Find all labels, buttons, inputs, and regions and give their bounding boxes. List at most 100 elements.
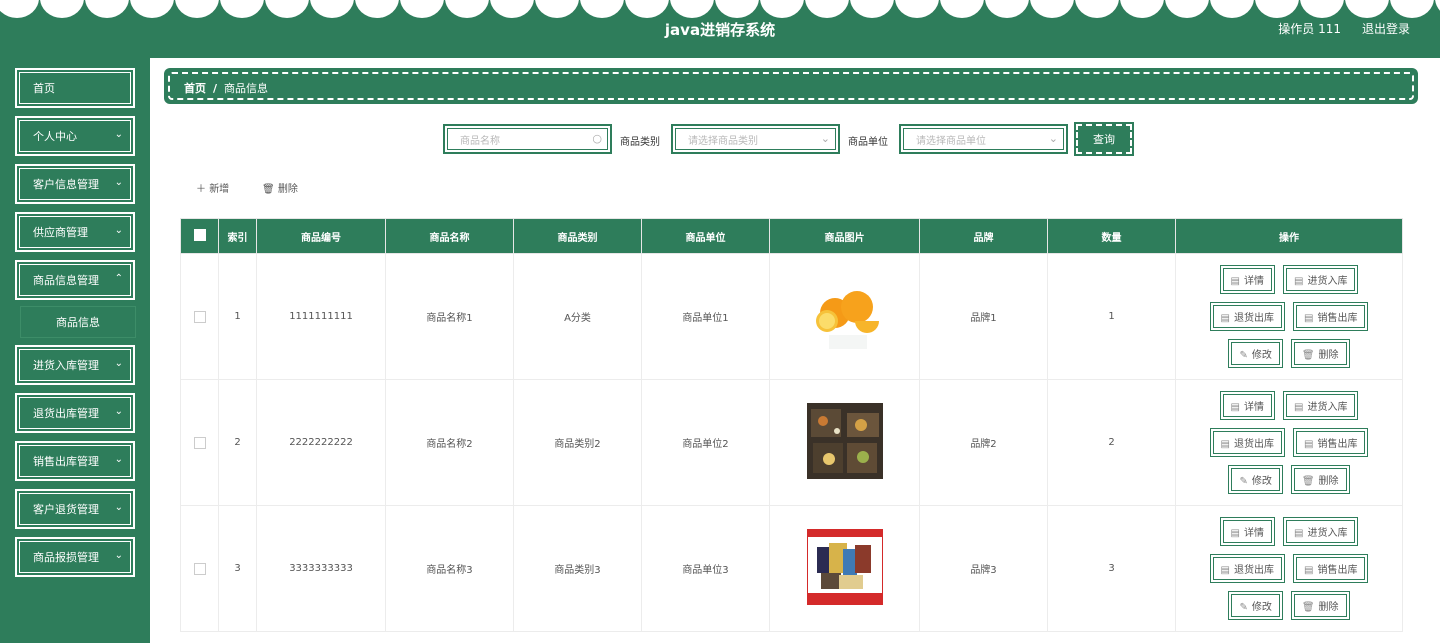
return-out-button[interactable]: ▤ 退货出库 — [1209, 428, 1285, 457]
document-icon: ▤ — [1294, 402, 1304, 413]
sidebar-item-personal[interactable]: 个人中心 ⌄ — [15, 116, 135, 156]
edit-icon: ✎ — [1239, 476, 1248, 487]
document-icon: ▤ — [1304, 313, 1314, 324]
sidebar-item-products[interactable]: 商品信息管理 ⌃ — [15, 260, 135, 300]
chevron-down-icon: ⌄ — [114, 406, 123, 417]
sidebar-item-label: 首页 — [33, 82, 55, 95]
delete-button[interactable]: 🗑 删除 — [1290, 339, 1350, 368]
sales-out-button[interactable]: ▤ 销售出库 — [1293, 428, 1369, 457]
document-icon: ▤ — [1230, 402, 1240, 413]
detail-button[interactable]: ▤ 详情 — [1219, 391, 1275, 420]
purchase-in-button[interactable]: ▤ 进货入库 — [1283, 391, 1359, 420]
cell-index: 3 — [218, 505, 257, 632]
document-icon: ▤ — [1220, 565, 1230, 576]
cell-code: 3333333333 — [256, 505, 386, 632]
document-icon: ▤ — [1220, 439, 1230, 450]
chevron-down-icon: ⌄ — [114, 225, 123, 236]
cell-code: 1111111111 — [256, 253, 386, 380]
column-header: 品牌 — [919, 218, 1048, 254]
delete-button[interactable]: 🗑 删除 — [1290, 591, 1350, 620]
sidebar-item-sales-out[interactable]: 销售出库管理 ⌄ — [15, 441, 135, 481]
sidebar-item-purchase-in[interactable]: 进货入库管理 ⌄ — [15, 345, 135, 385]
edit-button[interactable]: ✎ 修改 — [1228, 465, 1283, 494]
sidebar-subitem-product-info[interactable]: 商品信息 — [20, 306, 136, 338]
table-header-row: 索引 商品编号 商品名称 商品类别 商品单位 商品图片 品牌 数量 操作 — [180, 218, 1403, 254]
column-header: 商品类别 — [513, 218, 642, 254]
query-button[interactable]: 查询 — [1074, 122, 1134, 156]
unit-select[interactable]: 请选择商品单位 ⌄ — [899, 124, 1068, 154]
category-select[interactable]: 请选择商品类别 ⌄ — [671, 124, 840, 154]
cell-brand: 品牌2 — [919, 379, 1048, 506]
table-row: 1 1111111111 商品名称1 A分类 商品单位1 品牌1 1 ▤ 详情 ▤ 进货入库 ▤ 退货出… — [180, 253, 1403, 380]
row-checkbox[interactable] — [180, 505, 219, 632]
column-header: 操作 — [1175, 218, 1403, 254]
purchase-in-button[interactable]: ▤ 进货入库 — [1283, 517, 1359, 546]
row-checkbox[interactable] — [180, 253, 219, 380]
column-header: 数量 — [1047, 218, 1176, 254]
document-icon: ▤ — [1304, 439, 1314, 450]
table-row: 2 2222222222 商品名称2 商品类别2 商品单位2 品牌2 2 ▤ 详情 ▤ 进货入库 ▤ 退… — [180, 379, 1403, 506]
plus-icon: ＋ — [196, 184, 210, 195]
breadcrumb-home[interactable]: 首页 — [184, 82, 206, 95]
table-row: 3 3333333333 商品名称3 商品类别3 商品单位3 品牌3 3 ▤ 详情 ▤ 进货入库 ▤ 退… — [180, 505, 1403, 632]
detail-button[interactable]: ▤ 详情 — [1219, 265, 1275, 294]
unit-label: 商品单位 — [848, 137, 888, 148]
sidebar-item-return-out[interactable]: 退货出库管理 ⌄ — [15, 393, 135, 433]
column-header: 索引 — [218, 218, 257, 254]
edit-icon: ✎ — [1239, 350, 1248, 361]
logout-link[interactable]: 退出登录 — [1362, 20, 1410, 37]
column-header: 商品编号 — [256, 218, 386, 254]
sidebar-item-label: 退货出库管理 — [33, 407, 99, 420]
edit-button[interactable]: ✎ 修改 — [1228, 339, 1283, 368]
product-image — [815, 291, 879, 349]
column-header: 商品单位 — [641, 218, 770, 254]
return-out-button[interactable]: ▤ 退货出库 — [1209, 554, 1285, 583]
product-name-search-input[interactable]: 商品名称 ○ — [443, 124, 612, 154]
cell-name: 商品名称2 — [385, 379, 514, 506]
sales-out-button[interactable]: ▤ 销售出库 — [1293, 302, 1369, 331]
cell-brand: 品牌3 — [919, 505, 1048, 632]
sales-out-button[interactable]: ▤ 销售出库 — [1293, 554, 1369, 583]
chevron-down-icon: ⌄ — [114, 454, 123, 465]
sidebar-item-customer-returns[interactable]: 客户退货管理 ⌄ — [15, 489, 135, 529]
sidebar-item-label: 商品信息管理 — [33, 274, 99, 287]
product-table: 索引 商品编号 商品名称 商品类别 商品单位 商品图片 品牌 数量 操作 1 11… — [180, 218, 1403, 632]
breadcrumb-current: 商品信息 — [224, 82, 269, 95]
trash-icon: 🗑 — [262, 184, 278, 195]
sidebar-item-customers[interactable]: 客户信息管理 ⌄ — [15, 164, 135, 204]
row-checkbox[interactable] — [180, 379, 219, 506]
sidebar-item-label: 客户信息管理 — [33, 178, 99, 191]
sidebar-item-label: 销售出库管理 — [33, 455, 99, 468]
return-out-button[interactable]: ▤ 退货出库 — [1209, 302, 1285, 331]
delete-button[interactable]: 🗑 删除 — [1290, 465, 1350, 494]
purchase-in-button[interactable]: ▤ 进货入库 — [1283, 265, 1359, 294]
sidebar-item-product-loss[interactable]: 商品报损管理 ⌄ — [15, 537, 135, 577]
cell-index: 1 — [218, 253, 257, 380]
select-all-checkbox[interactable] — [180, 218, 219, 254]
header-scallop-decoration — [0, 0, 1440, 18]
cell-index: 2 — [218, 379, 257, 506]
cell-image — [769, 253, 920, 380]
sidebar-item-suppliers[interactable]: 供应商管理 ⌄ — [15, 212, 135, 252]
cell-actions: ▤ 详情 ▤ 进货入库 ▤ 退货出库 ▤ 销售出库 ✎ 修改 🗑 删除 — [1175, 379, 1403, 506]
sidebar-item-home[interactable]: 首页 — [15, 68, 135, 108]
category-label: 商品类别 — [620, 137, 660, 148]
trash-icon: 🗑 — [1301, 476, 1315, 487]
detail-button[interactable]: ▤ 详情 — [1219, 517, 1275, 546]
cell-qty: 1 — [1047, 253, 1176, 380]
cell-image — [769, 505, 920, 632]
batch-delete-button[interactable]: 🗑 删除 — [262, 180, 298, 195]
chevron-down-icon: ⌄ — [114, 177, 123, 188]
cell-actions: ▤ 详情 ▤ 进货入库 ▤ 退货出库 ▤ 销售出库 ✎ 修改 🗑 删除 — [1175, 505, 1403, 632]
cell-category: 商品类别2 — [513, 379, 642, 506]
cell-actions: ▤ 详情 ▤ 进货入库 ▤ 退货出库 ▤ 销售出库 ✎ 修改 🗑 删除 — [1175, 253, 1403, 380]
chevron-down-icon: ⌄ — [820, 132, 830, 145]
document-icon: ▤ — [1220, 313, 1230, 324]
chevron-up-icon: ⌃ — [114, 273, 123, 284]
product-image — [806, 403, 883, 479]
trash-icon: 🗑 — [1301, 350, 1315, 361]
chevron-down-icon: ⌄ — [114, 550, 123, 561]
edit-button[interactable]: ✎ 修改 — [1228, 591, 1283, 620]
add-button[interactable]: ＋ 新增 — [196, 180, 229, 195]
sidebar: 首页 个人中心 ⌄ 客户信息管理 ⌄ 供应商管理 ⌄ 商品信息管理 ⌃ 商品信息 进货入… — [0, 58, 150, 643]
